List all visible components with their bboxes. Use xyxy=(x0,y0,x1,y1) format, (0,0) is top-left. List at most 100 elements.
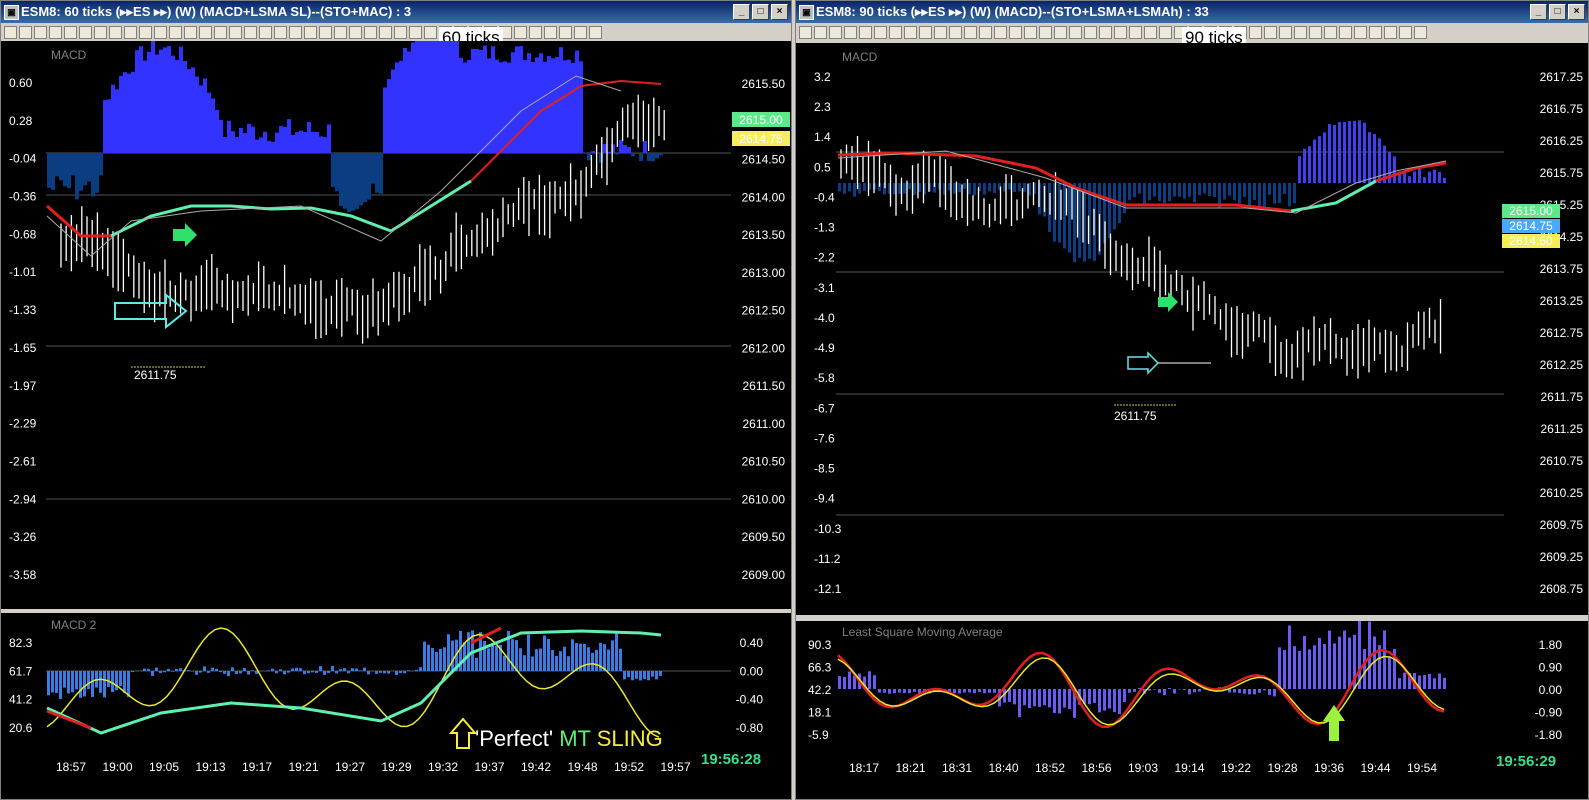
toolbar-button[interactable] xyxy=(1039,25,1052,39)
macd-histogram-bar xyxy=(155,54,159,153)
toolbar-button[interactable] xyxy=(514,25,527,39)
toolbar-button[interactable] xyxy=(394,25,407,39)
left-chart-window[interactable]: ▣ ESM8: 60 ticks (▸▸ES ▸▸) (W) (MACD+LSM… xyxy=(0,0,792,800)
toolbar-button[interactable] xyxy=(919,25,932,39)
toolbar-button[interactable] xyxy=(1144,25,1157,39)
toolbar-button[interactable] xyxy=(214,25,227,39)
minimize-icon[interactable]: _ xyxy=(733,4,750,20)
toolbar-button[interactable] xyxy=(934,25,947,39)
toolbar-button[interactable] xyxy=(349,25,362,39)
toolbar-button[interactable] xyxy=(1294,25,1307,39)
toolbar-button[interactable] xyxy=(529,25,542,39)
toolbar-button[interactable] xyxy=(19,25,32,39)
toolbar-button[interactable] xyxy=(1414,25,1427,39)
toolbar-button[interactable] xyxy=(1069,25,1082,39)
toolbar-button[interactable] xyxy=(139,25,152,39)
toolbar-button[interactable] xyxy=(1009,25,1022,39)
toolbar-button[interactable] xyxy=(1129,25,1142,39)
toolbar-button[interactable] xyxy=(1084,25,1097,39)
macd2-histogram-bar xyxy=(327,671,330,674)
toolbar-button[interactable] xyxy=(49,25,62,39)
toolbar-button[interactable] xyxy=(1339,25,1352,39)
right-chart-window[interactable]: ▣ ESM8: 90 ticks (▸▸ES ▸▸) (W) (MACD)--(… xyxy=(795,0,1589,800)
macd2-histogram-bar xyxy=(571,639,574,671)
toolbar-button[interactable] xyxy=(1399,25,1412,39)
toolbar-button[interactable] xyxy=(844,25,857,39)
toolbar-button[interactable] xyxy=(1279,25,1292,39)
toolbar-button[interactable] xyxy=(34,25,47,39)
toolbar-button[interactable] xyxy=(259,25,272,39)
toolbar-button[interactable] xyxy=(169,25,182,39)
toolbar-button[interactable] xyxy=(64,25,77,39)
toolbar-button[interactable] xyxy=(109,25,122,39)
toolbar-button[interactable] xyxy=(559,25,572,39)
toolbar-button[interactable] xyxy=(334,25,347,39)
toolbar-button[interactable] xyxy=(874,25,887,39)
right-time-label: 19:03 xyxy=(1128,761,1158,775)
toolbar-button[interactable] xyxy=(424,25,437,39)
toolbar-button[interactable] xyxy=(1264,25,1277,39)
toolbar-button[interactable] xyxy=(889,25,902,39)
toolbar-button[interactable] xyxy=(799,25,812,39)
toolbar-button[interactable] xyxy=(1309,25,1322,39)
toolbar-button[interactable] xyxy=(1249,25,1262,39)
app-icon[interactable]: ▣ xyxy=(799,5,814,20)
minimize-icon[interactable]: _ xyxy=(1530,4,1547,20)
toolbar-button[interactable] xyxy=(859,25,872,39)
app-icon[interactable]: ▣ xyxy=(4,5,19,20)
macd-histogram-bar xyxy=(519,46,523,154)
toolbar-button[interactable] xyxy=(1099,25,1112,39)
macd2-histogram-bar xyxy=(151,671,154,676)
toolbar-button[interactable] xyxy=(379,25,392,39)
toolbar-button[interactable] xyxy=(229,25,242,39)
toolbar-button[interactable] xyxy=(1024,25,1037,39)
maximize-icon[interactable]: □ xyxy=(752,4,769,20)
toolbar-button[interactable] xyxy=(319,25,332,39)
toolbar-button[interactable] xyxy=(994,25,1007,39)
macd-histogram-bar xyxy=(203,78,207,153)
lsma-histogram-bar xyxy=(983,689,986,694)
maximize-icon[interactable]: □ xyxy=(1549,4,1566,20)
toolbar-button[interactable] xyxy=(574,25,587,39)
toolbar-button[interactable] xyxy=(289,25,302,39)
toolbar-button[interactable] xyxy=(544,25,557,39)
toolbar-button[interactable] xyxy=(94,25,107,39)
toolbar-button[interactable] xyxy=(979,25,992,39)
close-icon[interactable]: × xyxy=(1568,4,1585,20)
close-icon[interactable]: × xyxy=(771,4,788,20)
toolbar-button[interactable] xyxy=(814,25,827,39)
macd2-histogram-bar xyxy=(223,671,226,674)
toolbar-button[interactable] xyxy=(589,25,602,39)
macd2-histogram-bar xyxy=(651,671,654,677)
toolbar-button[interactable] xyxy=(124,25,137,39)
toolbar-button[interactable] xyxy=(904,25,917,39)
right-main-panel[interactable]: MACD 3.2 2.3 1.4 0.5 -0.4 -1.3 -2.2 -3.1 -4.0 -4.9… xyxy=(796,43,1588,615)
toolbar-button[interactable] xyxy=(364,25,377,39)
toolbar-button[interactable] xyxy=(199,25,212,39)
toolbar-button[interactable] xyxy=(244,25,257,39)
macd-histogram-bar xyxy=(1428,171,1431,183)
toolbar-button[interactable] xyxy=(1324,25,1337,39)
toolbar-button[interactable] xyxy=(1384,25,1397,39)
toolbar-button[interactable] xyxy=(184,25,197,39)
toolbar-button[interactable] xyxy=(1114,25,1127,39)
left-sub-panel[interactable]: MACD 2 82.3 61.7 41.2 20.6 0.40 0.00 -0.40 -0.80… xyxy=(1,613,791,799)
left-main-panel[interactable]: MACD 0.60 0.28 -0.04 -0.36 -0.68 -1.01 -1.33 -1.… xyxy=(1,41,791,609)
toolbar-button[interactable] xyxy=(1159,25,1172,39)
toolbar-button[interactable] xyxy=(4,25,17,39)
toolbar-button[interactable] xyxy=(274,25,287,39)
macd-histogram-bar xyxy=(567,59,571,153)
toolbar-button[interactable] xyxy=(1354,25,1367,39)
toolbar-button[interactable] xyxy=(829,25,842,39)
right-sub-panel[interactable]: Least Square Moving Average 90.3 66.3 42.2 1… xyxy=(796,621,1588,799)
toolbar-button[interactable] xyxy=(154,25,167,39)
left-title-bar[interactable]: ▣ ESM8: 60 ticks (▸▸ES ▸▸) (W) (MACD+LSM… xyxy=(1,1,791,23)
right-title-bar[interactable]: ▣ ESM8: 90 ticks (▸▸ES ▸▸) (W) (MACD)--(… xyxy=(796,1,1588,23)
toolbar-button[interactable] xyxy=(1369,25,1382,39)
toolbar-button[interactable] xyxy=(409,25,422,39)
toolbar-button[interactable] xyxy=(964,25,977,39)
toolbar-button[interactable] xyxy=(304,25,317,39)
toolbar-button[interactable] xyxy=(949,25,962,39)
toolbar-button[interactable] xyxy=(79,25,92,39)
toolbar-button[interactable] xyxy=(1054,25,1067,39)
